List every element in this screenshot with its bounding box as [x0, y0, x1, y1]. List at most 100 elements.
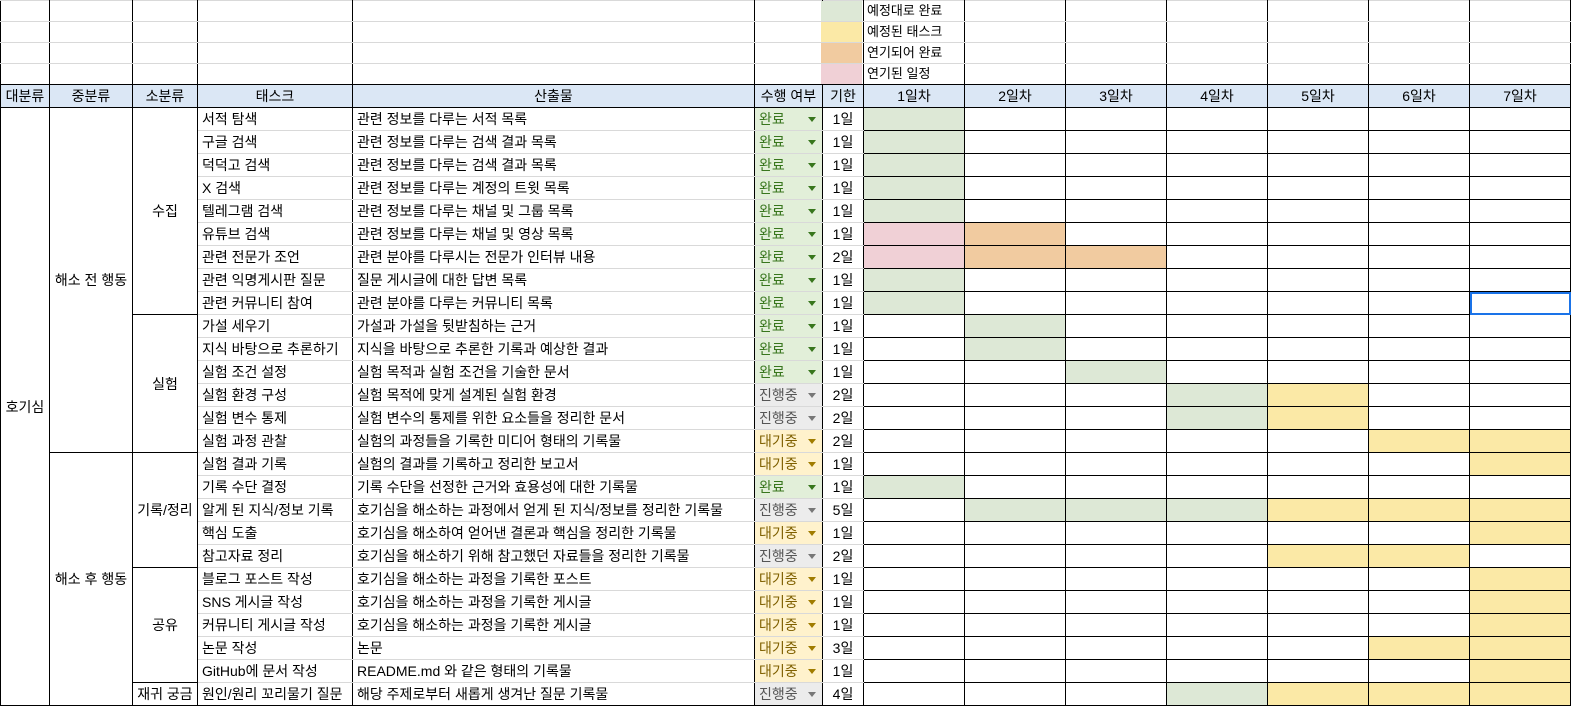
task-cell[interactable]: 기록 수단 결정 — [197, 475, 353, 499]
day-cell[interactable] — [1166, 360, 1268, 384]
day-cell[interactable] — [1267, 176, 1369, 200]
day-cell[interactable] — [1368, 659, 1470, 683]
day-cell[interactable] — [1065, 521, 1167, 545]
day-cell[interactable] — [1166, 176, 1268, 200]
status-dropdown[interactable]: 완료 — [754, 337, 823, 361]
empty-cell[interactable] — [0, 0, 50, 22]
day-cell[interactable] — [1267, 314, 1369, 338]
status-dropdown[interactable]: 완료 — [754, 245, 823, 269]
deadline-cell[interactable]: 1일 — [822, 291, 864, 315]
day-cell[interactable] — [1065, 659, 1167, 683]
sub-category-cell[interactable]: 수집 — [132, 107, 198, 315]
deadline-cell[interactable]: 2일 — [822, 406, 864, 430]
output-cell[interactable]: 관련 정보를 다루는 채널 및 그룹 목록 — [352, 199, 755, 223]
deadline-cell[interactable]: 5일 — [822, 498, 864, 522]
day-cell[interactable] — [1267, 153, 1369, 177]
task-cell[interactable]: 원인/원리 꼬리물기 질문 — [197, 682, 353, 706]
day-cell[interactable] — [1166, 291, 1268, 315]
dropdown-arrow-icon[interactable] — [808, 324, 816, 329]
day-cell[interactable] — [964, 107, 1066, 131]
empty-cell[interactable] — [197, 21, 353, 43]
day-cell[interactable] — [863, 498, 965, 522]
day-cell-scheduled-task[interactable] — [1368, 636, 1470, 660]
day-cell-scheduled-task[interactable] — [1267, 406, 1369, 430]
dropdown-arrow-icon[interactable] — [808, 646, 816, 651]
day-cell[interactable] — [1065, 567, 1167, 591]
empty-cell[interactable] — [352, 63, 755, 85]
output-cell[interactable]: 질문 게시글에 대한 답변 목록 — [352, 268, 755, 292]
day-cell[interactable] — [964, 682, 1066, 706]
output-cell[interactable]: README.md 와 같은 형태의 기록물 — [352, 659, 755, 683]
day-cell[interactable] — [1267, 107, 1369, 131]
task-cell[interactable]: 핵심 도출 — [197, 521, 353, 545]
column-header[interactable]: 태스크 — [197, 84, 353, 108]
dropdown-arrow-icon[interactable] — [808, 554, 816, 559]
day-cell[interactable] — [1166, 337, 1268, 361]
deadline-cell[interactable]: 1일 — [822, 153, 864, 177]
day-cell-scheduled-task[interactable] — [1267, 498, 1369, 522]
day-cell[interactable] — [863, 429, 965, 453]
empty-cell[interactable] — [49, 21, 133, 43]
empty-cell[interactable] — [964, 0, 1066, 22]
day-cell[interactable] — [1166, 613, 1268, 637]
dropdown-arrow-icon[interactable] — [808, 209, 816, 214]
deadline-cell[interactable]: 1일 — [822, 659, 864, 683]
day-cell[interactable] — [863, 337, 965, 361]
day-cell-scheduled-task[interactable] — [1368, 544, 1470, 568]
column-header[interactable]: 수행 여부 — [754, 84, 823, 108]
empty-cell[interactable] — [964, 21, 1066, 43]
day-cell[interactable] — [1166, 153, 1268, 177]
status-dropdown[interactable]: 완료 — [754, 130, 823, 154]
empty-cell[interactable] — [132, 21, 198, 43]
empty-cell[interactable] — [197, 63, 353, 85]
day-cell[interactable] — [863, 613, 965, 637]
output-cell[interactable]: 실험의 결과를 기록하고 정리한 보고서 — [352, 452, 755, 476]
empty-cell[interactable] — [1469, 63, 1571, 85]
column-header[interactable]: 소분류 — [132, 84, 198, 108]
output-cell[interactable]: 논문 — [352, 636, 755, 660]
day-cell[interactable] — [1166, 199, 1268, 223]
day-cell-delayed-schedule[interactable] — [863, 222, 965, 246]
day-cell[interactable] — [1368, 245, 1470, 269]
day-cell[interactable] — [1267, 567, 1369, 591]
status-dropdown[interactable]: 진행중 — [754, 383, 823, 407]
day-cell-on-schedule-done[interactable] — [863, 130, 965, 154]
empty-cell[interactable] — [1368, 21, 1470, 43]
deadline-cell[interactable]: 1일 — [822, 360, 864, 384]
deadline-cell[interactable]: 1일 — [822, 314, 864, 338]
day-cell[interactable] — [1368, 406, 1470, 430]
day-cell[interactable] — [1065, 153, 1167, 177]
day-cell[interactable] — [1166, 107, 1268, 131]
day-cell-on-schedule-done[interactable] — [863, 291, 965, 315]
day-cell[interactable] — [1469, 475, 1571, 499]
day-cell[interactable] — [1267, 590, 1369, 614]
task-cell[interactable]: 관련 전문가 조언 — [197, 245, 353, 269]
day-cell[interactable] — [1166, 590, 1268, 614]
day-cell[interactable] — [1065, 291, 1167, 315]
day-cell[interactable] — [1065, 452, 1167, 476]
day-cell[interactable] — [1065, 475, 1167, 499]
day-cell[interactable] — [1166, 636, 1268, 660]
day-cell[interactable] — [1267, 613, 1369, 637]
status-dropdown[interactable]: 진행중 — [754, 406, 823, 430]
day-cell[interactable] — [1368, 107, 1470, 131]
day-cell[interactable] — [1267, 521, 1369, 545]
output-cell[interactable]: 가설과 가설을 뒷받침하는 근거 — [352, 314, 755, 338]
empty-cell[interactable] — [132, 63, 198, 85]
day-cell[interactable] — [863, 636, 965, 660]
dropdown-arrow-icon[interactable] — [808, 278, 816, 283]
day-cell[interactable] — [1065, 268, 1167, 292]
empty-cell[interactable] — [1469, 21, 1571, 43]
day-cell[interactable] — [1267, 659, 1369, 683]
day-cell[interactable] — [1267, 636, 1369, 660]
empty-cell[interactable] — [0, 63, 50, 85]
day-cell[interactable] — [1368, 613, 1470, 637]
empty-cell[interactable] — [1065, 63, 1167, 85]
dropdown-arrow-icon[interactable] — [808, 577, 816, 582]
status-dropdown[interactable]: 완료 — [754, 314, 823, 338]
mid-category-cell[interactable]: 해소 전 행동 — [49, 107, 133, 453]
dropdown-arrow-icon[interactable] — [808, 623, 816, 628]
day-cell-scheduled-task[interactable] — [1469, 636, 1571, 660]
dropdown-arrow-icon[interactable] — [808, 439, 816, 444]
day-cell[interactable] — [1368, 452, 1470, 476]
